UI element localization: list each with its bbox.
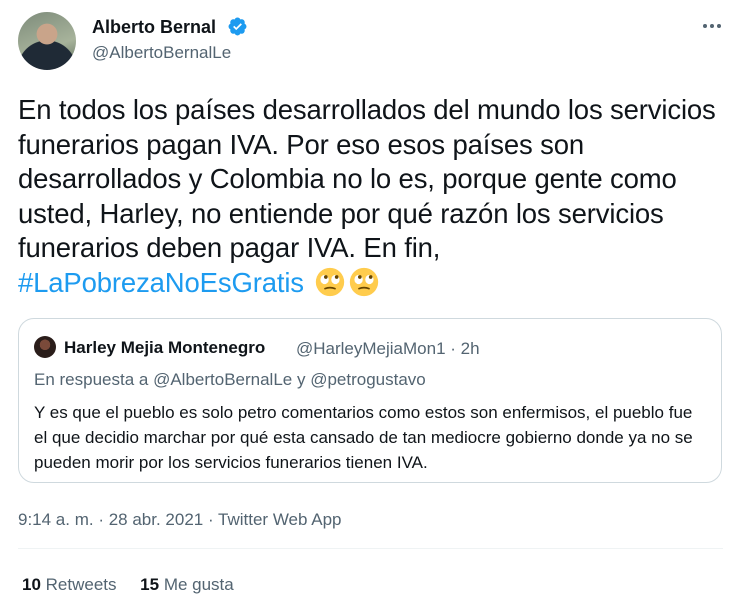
verified-badge-icon <box>228 17 247 36</box>
likes-count: 15 <box>140 575 160 594</box>
tweet-timestamp[interactable]: 9:14 a. m. · 28 abr. 2021 · Twitter Web … <box>18 510 342 530</box>
quoted-tweet-card[interactable]: Harley Mejia Montenegro @HarleyMejiaMon1… <box>18 318 722 483</box>
author-name[interactable]: Alberto Bernal <box>92 17 216 38</box>
retweets-stat[interactable]: 10 Retweets <box>22 575 117 594</box>
author-handle[interactable]: @AlbertoBernalLe <box>92 43 231 63</box>
quoted-author-avatar[interactable] <box>34 336 56 358</box>
likes-label: Me gusta <box>163 575 234 594</box>
face-with-rolling-eyes-icon <box>316 267 345 296</box>
likes-stat[interactable]: 15 Me gusta <box>140 575 234 594</box>
retweets-label: Retweets <box>45 575 117 594</box>
quoted-meta: @HarleyMejiaMon1 · 2h <box>296 339 480 359</box>
quoted-time[interactable]: 2h <box>461 339 480 358</box>
author-avatar[interactable] <box>18 12 76 70</box>
tweet-body: En todos los países desarrollados del mu… <box>18 94 716 263</box>
face-with-rolling-eyes-icon <box>350 267 379 296</box>
quoted-author-handle[interactable]: @HarleyMejiaMon1 <box>296 339 446 358</box>
quoted-separator: · <box>450 339 456 358</box>
more-options-icon[interactable] <box>700 14 724 38</box>
quoted-author-name[interactable]: Harley Mejia Montenegro <box>64 338 265 358</box>
hashtag-link[interactable]: #LaPobrezaNoEsGratis <box>18 267 304 298</box>
quoted-reply-to: En respuesta a @AlbertoBernalLe y @petro… <box>34 370 426 389</box>
tweet-text: En todos los países desarrollados del mu… <box>18 93 723 300</box>
divider <box>18 548 723 549</box>
tweet-stats: 10 Retweets 15 Me gusta <box>22 575 234 595</box>
quoted-tweet-text: Y es que el pueblo es solo petro comenta… <box>34 403 693 472</box>
retweets-count: 10 <box>22 575 41 594</box>
